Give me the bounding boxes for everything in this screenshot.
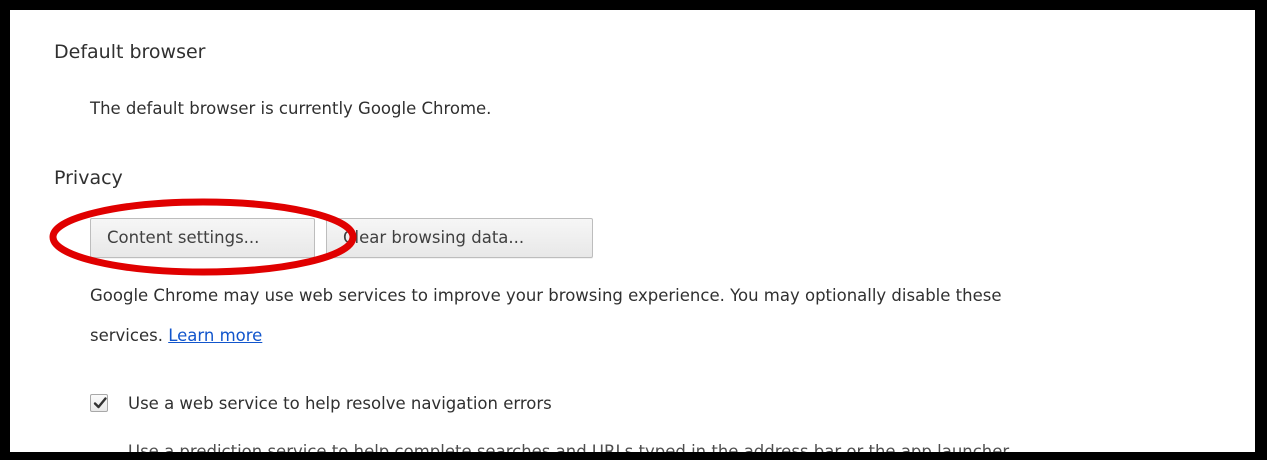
privacy-description: Google Chrome may use web services to im… (90, 286, 1002, 305)
content-settings-button[interactable]: Content settings... (90, 218, 315, 258)
clear-browsing-data-button[interactable]: Clear browsing data... (326, 218, 593, 258)
default-browser-heading: Default browser (54, 41, 206, 63)
black-frame: Default browser The default browser is c… (0, 0, 1267, 460)
privacy-heading: Privacy (54, 167, 123, 189)
learn-more-link[interactable]: Learn more (168, 326, 262, 345)
prediction-service-label: Use a prediction service to help complet… (128, 442, 1010, 452)
settings-panel: Default browser The default browser is c… (10, 10, 1255, 452)
default-browser-status: The default browser is currently Google … (90, 99, 492, 118)
privacy-description-line2: services. Learn more (90, 326, 262, 345)
checkmark-icon (93, 397, 107, 409)
navigation-errors-checkbox[interactable] (90, 394, 108, 412)
navigation-errors-label: Use a web service to help resolve naviga… (128, 394, 552, 413)
privacy-description-end: services. (90, 326, 163, 345)
